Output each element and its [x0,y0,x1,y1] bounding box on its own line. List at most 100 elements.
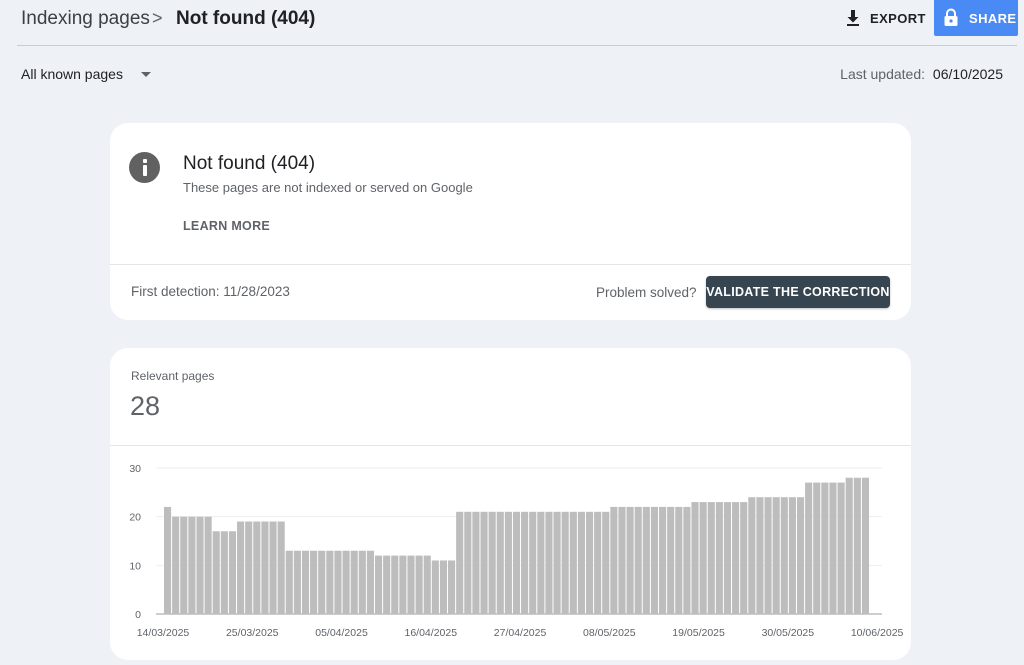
bar [569,511,577,614]
bar [480,511,488,614]
bar [456,511,464,614]
bar [748,497,756,614]
y-tick-label: 0 [135,609,141,621]
last-updated-label: Last updated: [840,66,926,82]
bar [399,555,407,614]
bar [448,560,456,614]
breadcrumb-chevron-icon: > [152,8,163,28]
bar [301,550,310,614]
bar [780,497,788,614]
bar [772,497,780,614]
bar [626,506,634,614]
bar [366,550,374,614]
bar [358,550,366,614]
bar [707,502,715,614]
bar [318,550,326,614]
learn-more-link[interactable]: LEARN MORE [183,219,270,233]
bar [188,516,196,614]
bar [407,555,415,614]
bar [521,511,529,614]
download-icon [847,10,859,26]
bar [326,550,334,614]
bar [374,555,383,614]
x-tick-label: 27/04/2025 [494,627,547,639]
first-detection: First detection: 11/28/2023 [131,284,290,299]
y-tick-label: 10 [129,560,141,572]
bar [585,511,594,614]
bar [342,550,350,614]
bar [667,506,675,614]
page-title: Not found (404) [176,8,316,29]
bar [350,550,358,614]
bar [861,477,869,614]
bar [699,502,707,614]
bar [253,521,261,614]
y-tick-label: 20 [129,512,141,524]
share-button[interactable]: SHARE [934,0,1018,36]
bar [212,531,220,614]
bar [853,477,861,614]
last-updated: Last updated: 06/10/2025 [840,66,1003,82]
bar [577,511,585,614]
bar [334,550,342,614]
bar [310,550,318,614]
bar [821,482,829,614]
bar [602,511,610,614]
bar [391,555,399,614]
bar [512,511,521,614]
x-tick-label: 16/04/2025 [405,627,458,639]
issue-title: Not found (404) [183,153,316,174]
bar [261,521,269,614]
bar [561,511,569,614]
export-button[interactable]: EXPORT [845,7,926,29]
bar [610,506,618,614]
filter-selected-value: All known pages [21,66,123,82]
bar [650,506,659,614]
problem-solved-label: Problem solved? [596,285,697,300]
bar [423,555,431,614]
bar [829,482,837,614]
bar [723,502,732,614]
info-icon [129,152,160,183]
bar [683,506,691,614]
bar [172,516,180,614]
bar [642,506,650,614]
y-tick-label: 30 [129,463,141,475]
pages-filter-dropdown[interactable]: All known pages [21,66,151,82]
dropdown-caret-icon [140,71,151,77]
bar [537,511,545,614]
bar [237,521,245,614]
lock-icon [944,8,958,26]
relevant-pages-value: 28 [130,391,161,421]
bar [245,521,253,614]
bar [496,511,504,614]
bar [805,482,813,614]
bar [269,521,277,614]
bar [764,497,772,614]
bar [545,511,553,614]
last-updated-value: 06/10/2025 [932,66,1003,82]
top-bar: Indexing pages > Not found (404) EXPORT … [0,0,1024,38]
bar [634,506,642,614]
bar [180,516,188,614]
bar [204,516,212,614]
bar [837,482,845,614]
export-label: EXPORT [870,10,926,26]
bar [293,550,301,614]
breadcrumb-parent[interactable]: Indexing pages [21,8,150,30]
validate-correction-button[interactable]: VALIDATE THE CORRECTION [706,276,890,308]
bar [383,555,391,614]
bar [164,506,172,614]
bar [845,477,853,614]
bar [675,506,683,614]
bar [756,497,764,614]
bar [415,555,423,614]
relevant-pages-label: Relevant pages [131,369,215,383]
bar [472,511,480,614]
x-tick-label: 05/04/2025 [315,627,368,639]
chart-card: Relevant pages 28 0 10 20 30 14/03/2025 25/03… [110,348,911,660]
x-tick-label: 19/05/2025 [672,627,725,639]
issue-description: These pages are not indexed or served on… [183,180,473,195]
bar [277,521,285,614]
bar [715,502,723,614]
